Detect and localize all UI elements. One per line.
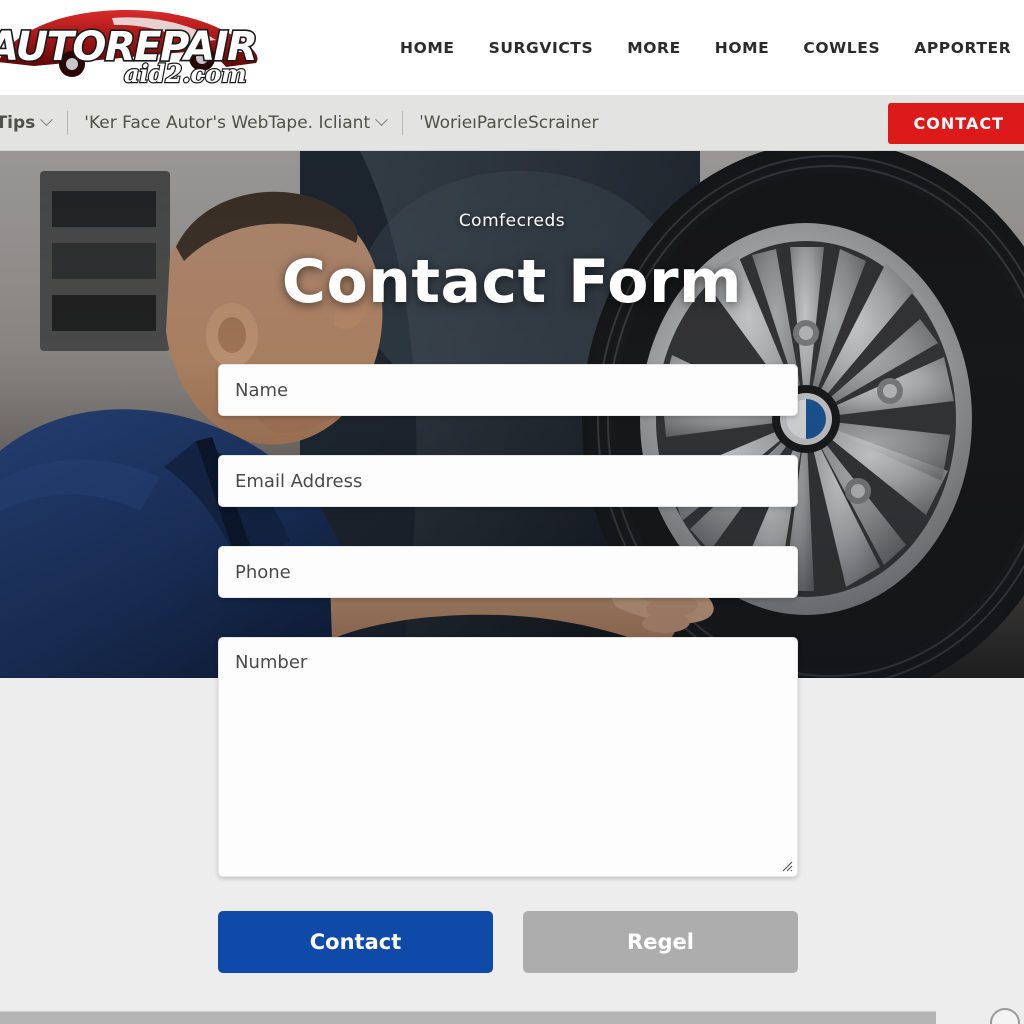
page-title: Contact Form bbox=[281, 247, 743, 317]
contact-button-header[interactable]: CONTACT bbox=[887, 103, 1024, 144]
chevron-down-icon bbox=[40, 113, 54, 127]
site-logo[interactable]: AUTOREPAIR aid2.com bbox=[0, 0, 264, 92]
sub-nav-item-3[interactable]: ˈWorieıParcleScrainer bbox=[403, 113, 614, 133]
bottom-bar bbox=[0, 1008, 1024, 1024]
site-header: AUTOREPAIR aid2.com HOME SURGVICTS MORE … bbox=[0, 0, 1024, 95]
hero-content: Comfecreds Contact Form bbox=[0, 151, 1024, 317]
form-actions: Contact Regel bbox=[218, 911, 798, 973]
nav-item-6[interactable]: APPORTER bbox=[914, 39, 1011, 57]
nav-item-1[interactable]: HOME bbox=[400, 39, 455, 57]
nav-item-3[interactable]: MORE bbox=[627, 39, 681, 57]
secondary-nav-items: se Tips 'Ker Face Autor's WebTape. Iclia… bbox=[0, 95, 614, 151]
main-navigation: HOME SURGVICTS MORE HOME COWLES APPORTER bbox=[400, 0, 1024, 95]
floating-round-button[interactable] bbox=[990, 1008, 1020, 1024]
horizontal-scrollbar[interactable] bbox=[0, 1011, 936, 1024]
email-input[interactable] bbox=[218, 455, 798, 507]
sub-nav-item-2-label: 'Ker Face Autor's WebTape. Icliant bbox=[84, 112, 371, 133]
message-textarea-wrapper bbox=[218, 637, 798, 877]
chevron-down-icon bbox=[375, 113, 388, 127]
nav-item-5[interactable]: COWLES bbox=[803, 39, 880, 57]
number-textarea[interactable] bbox=[218, 637, 798, 877]
page-root: AUTOREPAIR aid2.com HOME SURGVICTS MORE … bbox=[0, 0, 1024, 1024]
nav-item-4[interactable]: HOME bbox=[715, 39, 770, 57]
contact-form: Contact Regel bbox=[218, 364, 798, 973]
reset-button[interactable]: Regel bbox=[523, 911, 798, 973]
name-input[interactable] bbox=[218, 364, 798, 416]
sub-nav-item-3-label: ˈWorieıParcleScrainer bbox=[419, 112, 599, 133]
sub-nav-item-1-label: se Tips bbox=[0, 112, 36, 133]
secondary-navigation: se Tips 'Ker Face Autor's WebTape. Iclia… bbox=[0, 95, 1024, 151]
sub-nav-item-1[interactable]: se Tips bbox=[0, 113, 67, 133]
phone-input[interactable] bbox=[218, 546, 798, 598]
nav-item-2[interactable]: SURGVICTS bbox=[489, 39, 594, 57]
hero-eyebrow: Comfecreds bbox=[458, 211, 566, 231]
logo-artwork: AUTOREPAIR aid2.com bbox=[0, 10, 259, 89]
contact-submit-button[interactable]: Contact bbox=[218, 911, 493, 973]
sub-nav-item-2[interactable]: 'Ker Face Autor's WebTape. Icliant bbox=[68, 113, 402, 133]
svg-text:aid2.com: aid2.com bbox=[124, 59, 247, 88]
